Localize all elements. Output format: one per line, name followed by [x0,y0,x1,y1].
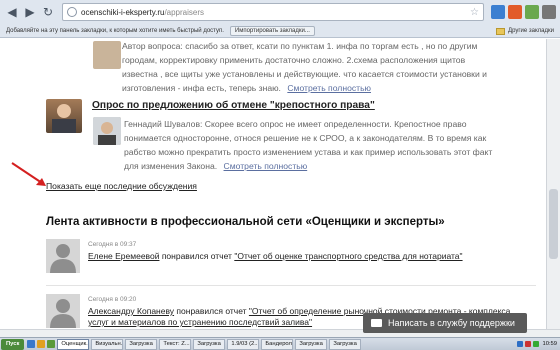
import-bookmarks-button[interactable]: Импортировать закладки... [229,26,315,36]
start-button[interactable]: Пуск [1,338,25,350]
taskbar-button[interactable]: Текст: Z... [159,338,192,350]
browser-chrome: ◀ ▶ ↻ ocenschiki-i-eksperty.ru/appraiser… [0,0,560,38]
taskbar-button[interactable]: 1.9/03 (2... [227,338,260,350]
taskbar-tasks: Оценщик... Визуальн... Загрузка Текст: Z...… [57,338,363,350]
quicklaunch-icon[interactable] [27,340,36,348]
taskbar-button[interactable]: Загрузка [329,338,362,350]
taskbar-button[interactable]: Оценщик... [57,338,90,350]
scrollbar-thumb[interactable] [549,189,558,259]
taskbar-button[interactable]: Визуальн... [91,338,124,350]
page-content: Автор вопроса: спасибо за ответ, ксати п… [0,39,546,329]
vertical-scrollbar[interactable] [546,39,560,329]
view-full-link[interactable]: Смотреть полностью [287,83,371,93]
bookmarks-prompt: Добавляйте на эту панель закладки, к кот… [6,28,224,34]
tray-icon[interactable] [517,341,524,347]
feed-user-link[interactable]: Елене Еремеевой [88,251,159,261]
show-more-discussions-link[interactable]: Показать еще последние обсуждения [46,181,197,191]
red-arrow-icon [11,162,46,186]
clock: 10:59 [542,341,557,347]
feed-report-link[interactable]: "Отчет об оценке транспортного средства … [234,251,462,261]
other-bookmarks-label: Другие закладки [508,28,554,34]
address-bar-row: ◀ ▶ ↻ ocenschiki-i-eksperty.ru/appraiser… [0,0,560,24]
extension-icon[interactable] [508,5,522,19]
quicklaunch-icon[interactable] [47,340,56,348]
support-button[interactable]: Написать в службу поддержки [363,313,527,333]
tray-icon[interactable] [525,341,532,347]
default-avatar-icon [50,244,76,273]
mail-icon [371,319,382,327]
activity-feed-title: Лента активности в профессиональной сети… [46,216,445,228]
feed-user-link[interactable]: Александру Копаневу [88,306,174,316]
feed-text: Елене Еремеевой понравился отчет "Отчет … [88,251,463,261]
reload-icon[interactable]: ↻ [40,4,56,20]
system-tray: 10:59 [512,339,560,350]
url-host: ocenschiki-i-eksperty.ru [81,7,165,17]
url-path: /appraisers [164,7,205,17]
thread-title-link[interactable]: Опрос по предложению об отмене "крепостн… [92,100,375,111]
feed-time: Сегодня в 09:37 [88,241,137,248]
avatar[interactable] [46,294,80,328]
default-avatar-icon [50,299,76,328]
bookmark-star-icon[interactable]: ☆ [470,7,479,18]
bookmarks-bar: Добавляйте на эту панель закладки, к кот… [0,24,560,38]
user-photo-icon [52,104,76,133]
taskbar-button[interactable]: Загрузка [193,338,226,350]
taskbar: Пуск Оценщик... Визуальн... Загрузка Текст:… [0,337,560,350]
divider [46,285,536,286]
taskbar-button[interactable]: Загрузка [295,338,328,350]
quicklaunch-icon[interactable] [37,340,46,348]
other-bookmarks[interactable]: Другие закладки [496,27,554,35]
extension-icon[interactable] [525,5,539,19]
view-full-link[interactable]: Смотреть полностью [224,161,308,171]
avatar [93,117,121,145]
back-icon[interactable]: ◀ [4,4,20,20]
thread-text: Геннадий Шувалов: Скорее всего опрос не … [124,119,493,171]
address-bar[interactable]: ocenschiki-i-eksperty.ru/appraisers ☆ [62,3,484,21]
avatar[interactable] [46,239,80,273]
forward-icon[interactable]: ▶ [22,4,38,20]
support-button-label: Написать в службу поддержки [388,318,515,328]
avatar[interactable] [46,99,82,133]
thread-text: Автор вопроса: спасибо за ответ, ксати п… [122,41,487,93]
folder-icon [496,27,506,35]
feed-item: Сегодня в 09:37 Елене Еремеевой понравил… [46,239,536,279]
avatar [93,41,121,69]
globe-icon [67,7,77,17]
tray-icon[interactable] [533,341,540,347]
taskbar-button[interactable]: Бандерол... [261,338,294,350]
feed-time: Сегодня в 09:20 [88,296,137,303]
taskbar-button[interactable]: Загрузка [125,338,158,350]
wrench-menu-icon[interactable] [542,5,556,19]
user-photo-icon [93,117,121,145]
extension-icon[interactable] [491,5,505,19]
